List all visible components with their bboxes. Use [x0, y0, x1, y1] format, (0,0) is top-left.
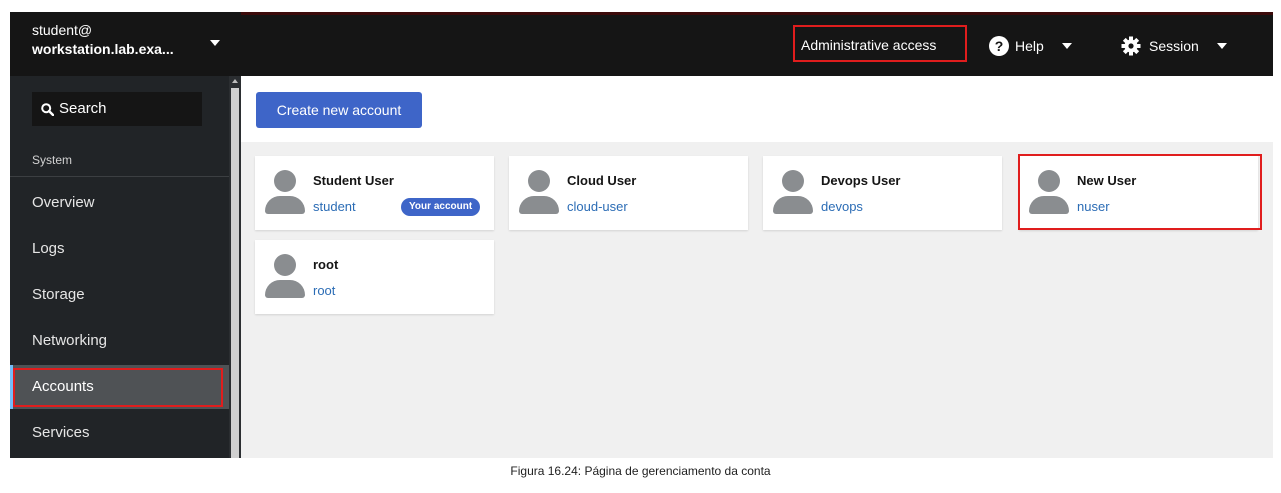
sidebar-item-networking[interactable]: Networking — [10, 319, 229, 363]
sidebar-item-overview[interactable]: Overview — [10, 181, 229, 225]
highlight-box-new-user — [1018, 154, 1262, 230]
sidebar-item-storage[interactable]: Storage — [10, 273, 229, 317]
scrollbar-thumb[interactable] — [231, 88, 239, 458]
search-icon — [41, 103, 54, 116]
account-login[interactable]: student — [313, 199, 356, 214]
host-switcher[interactable]: student@ workstation.lab.exa... — [10, 12, 241, 76]
chevron-down-icon — [1061, 43, 1072, 49]
cockpit-window: student@ workstation.lab.exa... Search S… — [10, 12, 1273, 458]
account-login[interactable]: cloud-user — [567, 199, 628, 214]
session-label: Session — [1149, 38, 1199, 54]
help-icon: ? — [989, 36, 1009, 56]
account-name: root — [313, 257, 339, 272]
session-menu[interactable]: Session — [1121, 33, 1227, 59]
your-account-badge: Your account — [401, 198, 481, 216]
sidebar-item-logs[interactable]: Logs — [10, 227, 229, 271]
figure-caption: Figura 16.24: Página de gerenciamento da… — [510, 464, 771, 478]
account-card-student[interactable]: Student User student Your account — [255, 156, 494, 230]
avatar-icon — [265, 254, 305, 298]
chevron-down-icon — [1216, 43, 1227, 49]
account-name: Cloud User — [567, 173, 637, 188]
gear-icon — [1121, 36, 1141, 56]
account-login[interactable]: devops — [821, 199, 863, 214]
sidebar-scrollbar[interactable] — [229, 76, 241, 458]
help-menu[interactable]: ? Help — [989, 33, 1072, 59]
avatar-icon — [265, 170, 305, 214]
highlight-box-admin-access — [793, 25, 967, 62]
accounts-toolbar: Create new account — [241, 76, 1273, 142]
avatar-icon — [519, 170, 559, 214]
host-user: student@ — [32, 22, 93, 38]
search-label: Search — [59, 100, 107, 117]
avatar-icon — [773, 170, 813, 214]
chevron-down-icon — [210, 40, 220, 46]
account-card-root[interactable]: root root — [255, 240, 494, 314]
search-button[interactable]: Search — [32, 92, 202, 126]
account-card-devops[interactable]: Devops User devops — [763, 156, 1002, 230]
sidebar-item-services[interactable]: Services — [10, 411, 229, 455]
scroll-up-icon[interactable] — [232, 79, 238, 83]
account-name: Devops User — [821, 173, 901, 188]
create-new-account-button[interactable]: Create new account — [256, 92, 422, 128]
account-login[interactable]: root — [313, 283, 335, 298]
account-name: Student User — [313, 173, 394, 188]
account-card-cloud-user[interactable]: Cloud User cloud-user — [509, 156, 748, 230]
divider — [10, 176, 229, 177]
section-label-system: System — [32, 153, 73, 167]
highlight-box-accounts — [13, 368, 223, 407]
help-label: Help — [1015, 38, 1044, 54]
top-bar: Administrative access ? Help Session — [241, 12, 1273, 76]
